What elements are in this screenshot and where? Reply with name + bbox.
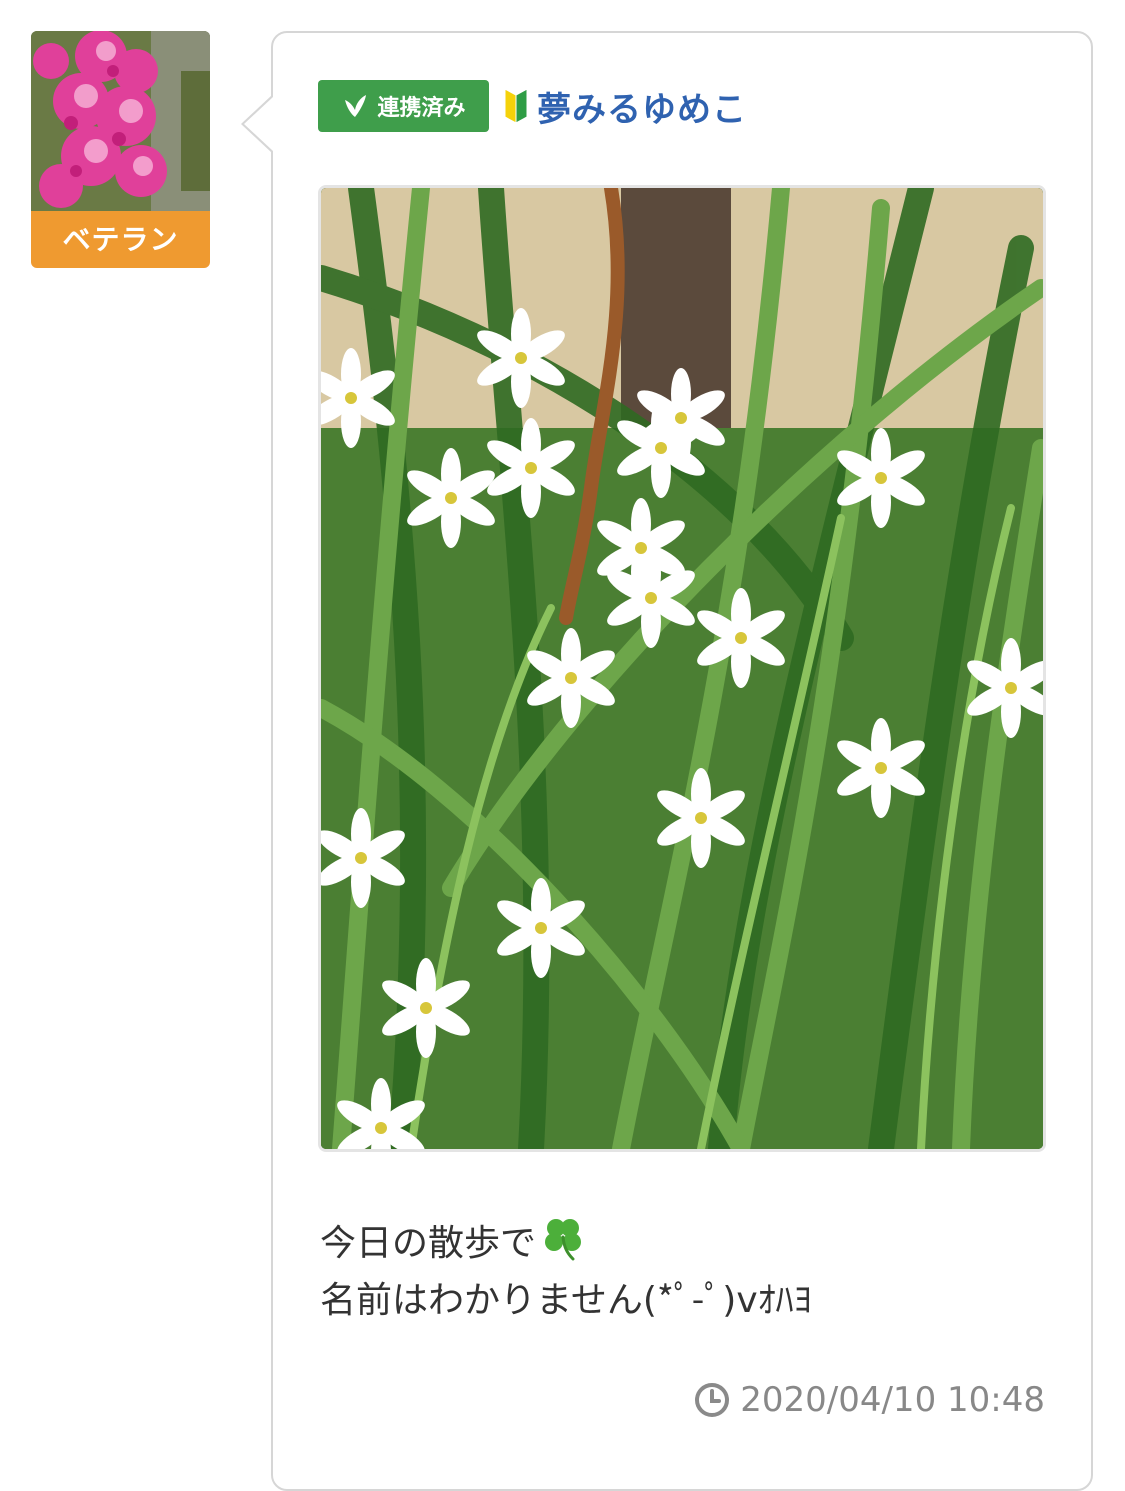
- author-name-link[interactable]: 夢みるゆめこ: [537, 82, 747, 131]
- author-avatar[interactable]: ベテラン: [31, 31, 210, 268]
- pink-peony-photo: [31, 31, 210, 211]
- post-timestamp: 2020/04/10 10:48: [694, 1380, 1045, 1420]
- post-body: 今日の散歩で 名前はわかりません(*ﾟ-ﾟ)vｵﾊﾖ: [320, 1215, 1040, 1329]
- linked-badge: 連携済み: [318, 80, 489, 132]
- post-header: 連携済み 夢みるゆめこ: [318, 79, 747, 133]
- post-photo[interactable]: [318, 185, 1046, 1152]
- clock-icon: [695, 1383, 730, 1417]
- leaf-icon: [341, 92, 369, 120]
- clover-icon: [540, 1215, 586, 1261]
- rank-badge: ベテラン: [31, 211, 210, 268]
- body-line-2: 名前はわかりません(*ﾟ-ﾟ)vｵﾊﾖ: [320, 1280, 812, 1321]
- timestamp-text: 2020/04/10 10:48: [740, 1380, 1045, 1420]
- body-line-1: 今日の散歩で: [320, 1215, 1040, 1272]
- body-line-1-text: 今日の散歩で: [320, 1223, 537, 1264]
- beginner-mark-icon: [503, 87, 529, 125]
- linked-badge-label: 連携済み: [377, 96, 466, 121]
- bubble-tail-fill: [244, 97, 273, 151]
